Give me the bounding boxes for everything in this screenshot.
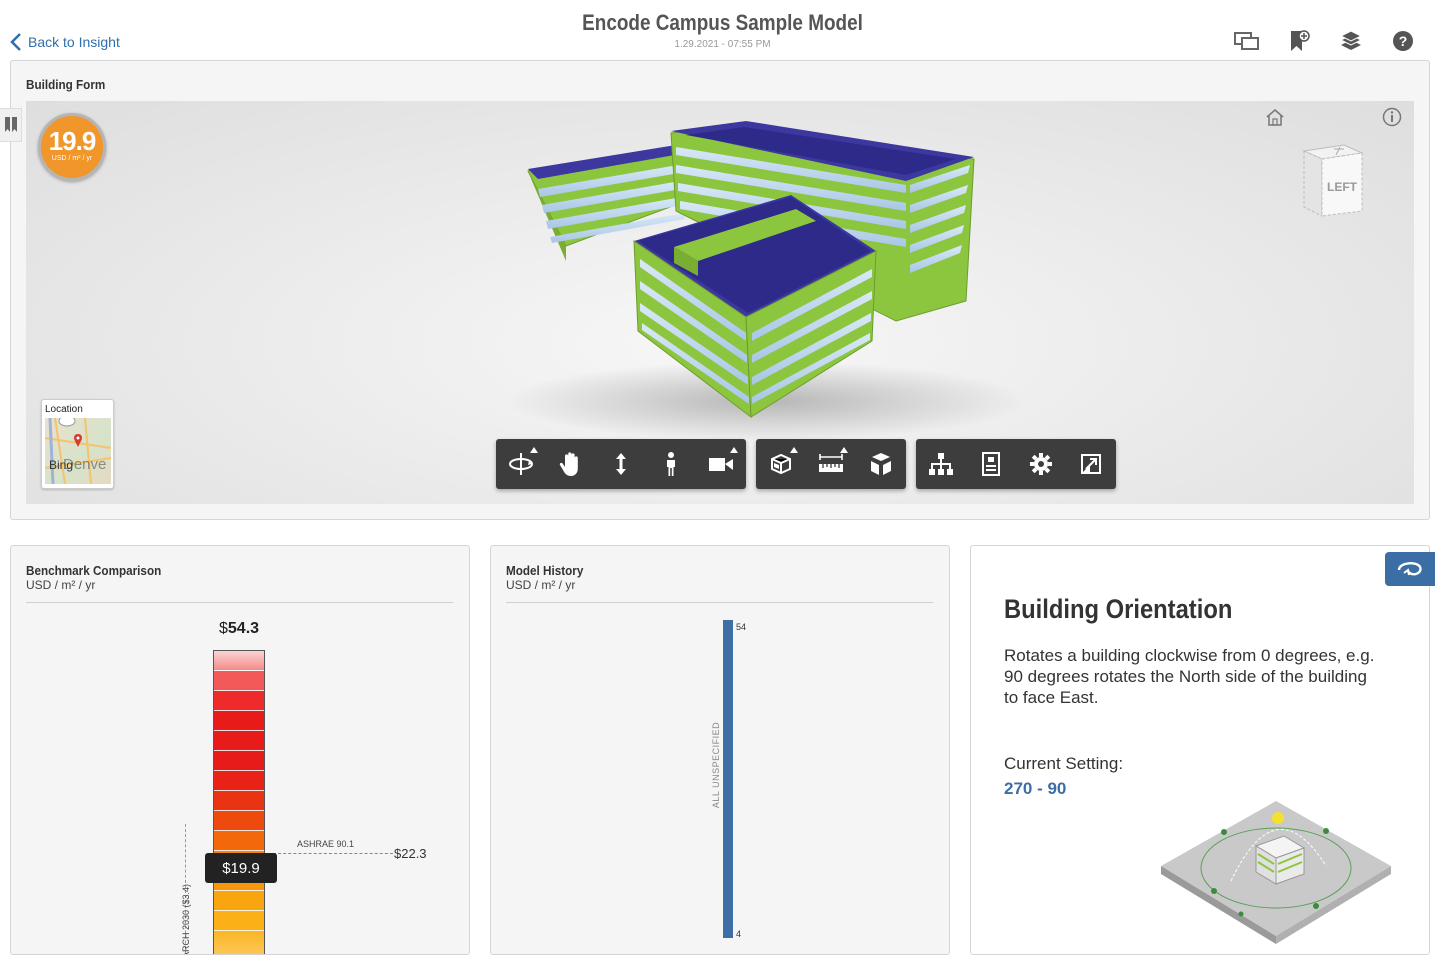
divider [506, 602, 933, 603]
page-title: Encode Campus Sample Model [582, 10, 863, 35]
benchmark-max-value: 54.3 [227, 620, 260, 637]
current-setting-value[interactable]: 270 - 90 [1004, 779, 1066, 799]
location-label: Location [45, 404, 83, 415]
building-form-panel: Building Form 19.9 USD / m² / yr LEFT Lo… [10, 60, 1430, 520]
top-bar: Back to Insight Encode Campus Sample Mod… [0, 0, 1445, 60]
pan-icon[interactable] [546, 439, 596, 489]
benchmark-comparison-card: Benchmark Comparison USD / m² / yr $54.3… [10, 545, 470, 955]
properties-icon[interactable] [966, 439, 1016, 489]
ashrae-value: $22.3 [394, 846, 427, 861]
home-view-icon[interactable] [1264, 107, 1286, 132]
building-orientation-card: Building Orientation Rotates a building … [970, 545, 1430, 955]
compare-icon[interactable] [1221, 28, 1273, 54]
viewcube[interactable]: LEFT [1300, 141, 1366, 226]
model-history-card: Model History USD / m² / yr 54 4 ALL UNS… [490, 545, 950, 955]
history-min-tick: 4 [736, 929, 742, 939]
bookmark-add-icon[interactable] [1273, 28, 1325, 54]
header-actions: ? [1221, 28, 1429, 54]
arch-2030-label: ARCH 2030 ($3.4) [181, 883, 191, 955]
3d-viewer[interactable]: 19.9 USD / m² / yr LEFT Location Bing De… [26, 101, 1414, 504]
map-pin-icon [74, 434, 82, 447]
location-map[interactable]: Bing Denve [45, 418, 111, 484]
settings-toolbar [916, 439, 1116, 489]
benchmark-units: USD / m² / yr [26, 578, 96, 592]
ashrae-line [273, 853, 393, 854]
orientation-heading: Building Orientation [1004, 594, 1233, 624]
history-max-tick: 54 [736, 622, 747, 632]
score-value: 19.9 [48, 126, 97, 156]
location-widget[interactable]: Location Bing Denve [41, 399, 114, 489]
building-form-title: Building Form [26, 77, 106, 92]
history-title: Model History [506, 563, 584, 578]
layers-icon[interactable] [1325, 28, 1377, 54]
zoom-icon[interactable] [596, 439, 646, 489]
current-value-marker[interactable]: $19.9 [205, 853, 277, 883]
measure-icon[interactable] [806, 439, 856, 489]
history-bar-label: ALL UNSPECIFIED [711, 721, 721, 809]
divider [26, 602, 453, 603]
ashrae-label: ASHRAE 90.1 [297, 839, 355, 849]
settings-icon[interactable] [1016, 439, 1066, 489]
model-toolbar [756, 439, 906, 489]
map-city: Denve [63, 456, 107, 473]
history-range-bar[interactable] [723, 620, 733, 938]
orbit-icon[interactable] [496, 439, 546, 489]
benchmark-title: Benchmark Comparison [26, 563, 162, 578]
history-units: USD / m² / yr [506, 578, 576, 592]
camera-icon[interactable] [696, 439, 746, 489]
feedback-icon [1397, 562, 1422, 576]
orientation-description: Rotates a building clockwise from 0 degr… [1004, 646, 1375, 707]
bookmarks-icon [4, 117, 17, 132]
svg-text:?: ? [1399, 33, 1408, 49]
eui-score-badge[interactable]: 19.9 USD / m² / yr [38, 113, 106, 181]
explode-icon[interactable] [856, 439, 906, 489]
viewcube-face-label: LEFT [1327, 180, 1358, 194]
navigation-toolbar [496, 439, 746, 489]
section-icon[interactable] [756, 439, 806, 489]
orientation-illustration [1161, 801, 1391, 944]
feedback-flag[interactable] [1385, 552, 1435, 586]
model-browser-icon[interactable] [916, 439, 966, 489]
benchmark-max: $54.3 [219, 620, 259, 638]
benchmark-scale-bar [213, 650, 265, 954]
benchmark-max-prefix: $ [219, 620, 228, 637]
info-icon[interactable] [1382, 107, 1402, 132]
side-panel-toggle[interactable] [0, 108, 22, 142]
current-setting-label: Current Setting: [1004, 754, 1124, 773]
first-person-icon[interactable] [646, 439, 696, 489]
help-icon[interactable]: ? [1377, 28, 1429, 54]
fullscreen-icon[interactable] [1066, 439, 1116, 489]
